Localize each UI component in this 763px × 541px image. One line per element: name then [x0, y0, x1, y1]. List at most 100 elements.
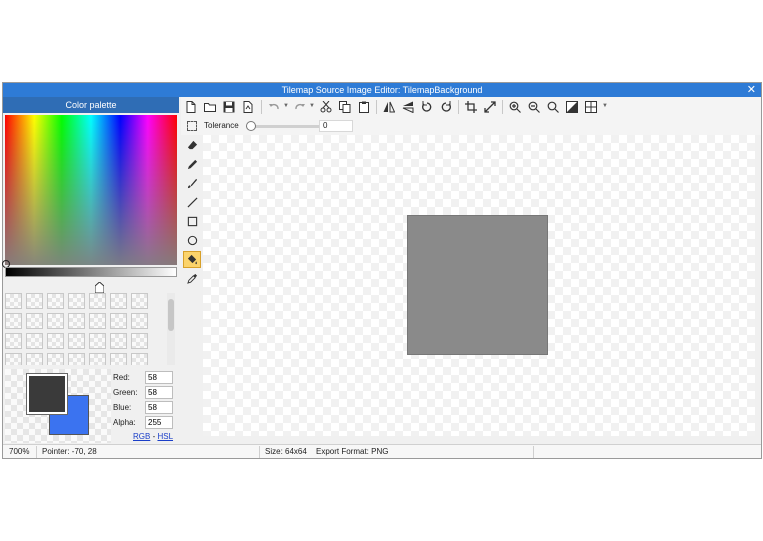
green-label: Green: [113, 388, 138, 397]
window-title: Tilemap Source Image Editor: TilemapBack… [281, 85, 483, 95]
toggle-background-icon[interactable] [564, 99, 580, 115]
rgb-mode-link[interactable]: RGB [133, 432, 150, 441]
swatch[interactable] [47, 333, 64, 349]
tool-options-bar: Tolerance 0 [181, 117, 761, 135]
export-format: Export Format: PNG [316, 447, 389, 456]
scrollbar-thumb[interactable] [168, 299, 174, 331]
status-separator [36, 446, 37, 458]
color-mode-links: RGB - HSL [133, 432, 173, 441]
eyedropper-icon[interactable] [183, 270, 201, 287]
rgba-fields: Red: Green: Blue: Alpha: [113, 371, 177, 431]
swatch[interactable] [89, 313, 106, 329]
brush-icon[interactable] [183, 175, 201, 192]
swatch[interactable] [47, 353, 64, 365]
hsl-mode-link[interactable]: HSL [157, 432, 173, 441]
swatch[interactable] [110, 333, 127, 349]
tilemap-image[interactable] [407, 215, 548, 355]
swatch[interactable] [110, 293, 127, 309]
color-palette-header: Color palette [3, 97, 179, 113]
swatch-grid [5, 293, 165, 365]
close-icon[interactable]: ✕ [747, 83, 756, 97]
alpha-label: Alpha: [113, 418, 136, 427]
tolerance-value[interactable]: 0 [319, 120, 353, 132]
toolbar-separator [502, 100, 503, 114]
resize-icon[interactable] [482, 99, 498, 115]
fill-tool-icon[interactable] [183, 251, 201, 268]
zoom-reset-icon[interactable] [545, 99, 561, 115]
swatch[interactable] [5, 353, 22, 365]
pencil-icon[interactable] [183, 156, 201, 173]
swatch[interactable] [5, 293, 22, 309]
swatch[interactable] [110, 353, 127, 365]
crop-icon[interactable] [463, 99, 479, 115]
swatch[interactable] [68, 293, 85, 309]
red-input[interactable] [145, 371, 173, 384]
swatch[interactable] [5, 313, 22, 329]
tolerance-slider-handle[interactable] [246, 121, 256, 131]
paste-icon[interactable] [356, 99, 372, 115]
zoom-in-icon[interactable] [507, 99, 523, 115]
swatch[interactable] [131, 313, 148, 329]
line-tool-icon[interactable] [183, 194, 201, 211]
canvas-area[interactable] [203, 135, 755, 436]
cut-icon[interactable] [318, 99, 334, 115]
undo-icon[interactable] [266, 99, 282, 115]
alpha-input[interactable] [145, 416, 173, 429]
status-separator [533, 446, 534, 458]
foreground-color-swatch[interactable] [26, 373, 68, 415]
swatch[interactable] [26, 313, 43, 329]
swatch[interactable] [68, 353, 85, 365]
grid-dropdown-icon[interactable]: ▼ [602, 103, 608, 109]
swatch[interactable] [131, 293, 148, 309]
rectangle-tool-icon[interactable] [183, 213, 201, 230]
blue-label: Blue: [113, 403, 132, 412]
toolbar-separator [458, 100, 459, 114]
tolerance-slider[interactable] [249, 125, 323, 128]
title-bar: Tilemap Source Image Editor: TilemapBack… [3, 83, 761, 97]
main-toolbar: ▼ ▼ ▼ [181, 97, 761, 117]
flip-vertical-icon[interactable] [400, 99, 416, 115]
redo-icon[interactable] [292, 99, 308, 115]
swatch[interactable] [47, 293, 64, 309]
status-separator [259, 446, 260, 458]
swatch[interactable] [26, 333, 43, 349]
flip-horizontal-icon[interactable] [381, 99, 397, 115]
swatch[interactable] [26, 293, 43, 309]
green-input[interactable] [145, 386, 173, 399]
swatch[interactable] [47, 313, 64, 329]
swatch[interactable] [68, 313, 85, 329]
new-file-icon[interactable] [183, 99, 199, 115]
swatch[interactable] [5, 333, 22, 349]
pointer-position: Pointer: -70, 28 [42, 447, 97, 456]
save-icon[interactable] [221, 99, 237, 115]
brightness-slider[interactable] [5, 267, 177, 277]
swatch[interactable] [26, 353, 43, 365]
brightness-slider-handle[interactable] [95, 282, 104, 293]
swatch[interactable] [110, 313, 127, 329]
grid-icon[interactable] [583, 99, 599, 115]
swatch[interactable] [131, 353, 148, 365]
ellipse-tool-icon[interactable] [183, 232, 201, 249]
swatch[interactable] [89, 293, 106, 309]
zoom-out-icon[interactable] [526, 99, 542, 115]
open-folder-icon[interactable] [202, 99, 218, 115]
selection-icon[interactable] [187, 121, 197, 131]
undo-dropdown-icon[interactable]: ▼ [283, 103, 289, 109]
swatch[interactable] [89, 353, 106, 365]
toolbar-separator [376, 100, 377, 114]
swatch[interactable] [131, 333, 148, 349]
export-icon[interactable] [240, 99, 256, 115]
image-size: Size: 64x64 [265, 447, 307, 456]
copy-icon[interactable] [337, 99, 353, 115]
rotate-right-icon[interactable] [438, 99, 454, 115]
editor-window: Tilemap Source Image Editor: TilemapBack… [2, 82, 762, 459]
color-spectrum[interactable] [2, 115, 177, 268]
redo-dropdown-icon[interactable]: ▼ [309, 103, 315, 109]
eraser-icon[interactable] [183, 137, 201, 154]
swatch[interactable] [89, 333, 106, 349]
tolerance-label: Tolerance [204, 121, 239, 130]
blue-input[interactable] [145, 401, 173, 414]
rotate-left-icon[interactable] [419, 99, 435, 115]
swatch-scrollbar[interactable] [167, 293, 175, 365]
swatch[interactable] [68, 333, 85, 349]
